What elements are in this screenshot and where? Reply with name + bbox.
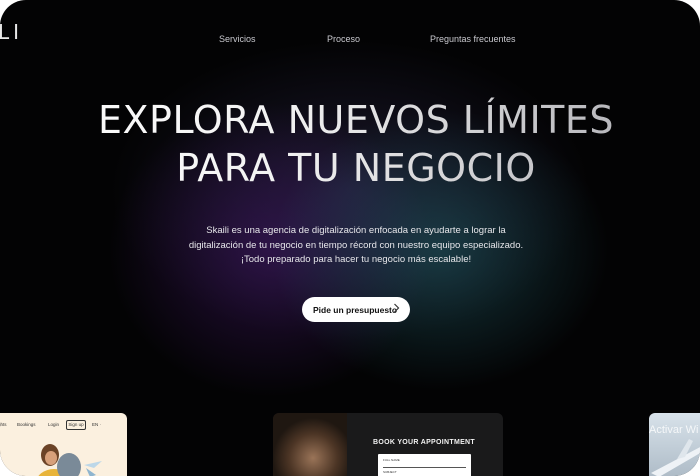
preview-nav-item: Login [48,422,60,427]
request-quote-button[interactable]: Pide un presupuesto [302,297,410,322]
portfolio-preview-aviation[interactable]: Activar Wi [649,413,700,476]
preview-nav-item: Bookings [17,422,36,427]
traveler-illustration [38,444,102,476]
barber-photo [273,413,347,476]
hero-title-line-1: EXPLORA NUEVOS LÍMITES [97,98,615,142]
portfolio-preview-barber[interactable]: BOOK YOUR APPOINTMENT FULL NAME SUBJECT [273,413,503,476]
landing-page: LI Servicios Proceso Preguntas frecuente… [0,0,700,476]
hero-description-line-3: ¡Todo preparado para hacer tu negocio má… [240,254,472,265]
brand-logo[interactable]: LI [0,20,23,44]
preview-nav-item: ghts [0,422,7,427]
portfolio-preview-travel[interactable]: ghts Bookings Login Sign up EN · [0,413,127,476]
preview-booking-form: FULL NAME SUBJECT [378,454,471,476]
nav-link-servicios[interactable]: Servicios [219,34,256,44]
airplane-illustration [651,439,700,476]
hero-title: EXPLORA NUEVOS LÍMITES PARA TU NEGOCIO [0,96,700,192]
request-quote-label: Pide un presupuesto [313,304,398,315]
hero-description: Skaili es una agencia de digitalización … [0,224,700,268]
hero-title-line-2: PARA TU NEGOCIO [176,146,536,190]
hero-description-line-2: digitalización de tu negocio en tiempo r… [188,239,524,251]
preview-field-label: SUBJECT [383,470,397,474]
hero-description-line-1: Skaili es una agencia de digitalización … [206,225,506,236]
preview-language-selector: EN · [92,422,101,427]
chevron-right-icon [393,303,400,316]
preview-field-line [383,467,466,468]
preview-signup-button: Sign up [66,420,86,430]
nav-link-preguntas-frecuentes[interactable]: Preguntas frecuentes [430,34,516,44]
preview-field-label: FULL NAME [383,458,400,462]
nav-link-proceso[interactable]: Proceso [327,34,360,44]
preview-booking-title: BOOK YOUR APPOINTMENT [373,439,475,446]
